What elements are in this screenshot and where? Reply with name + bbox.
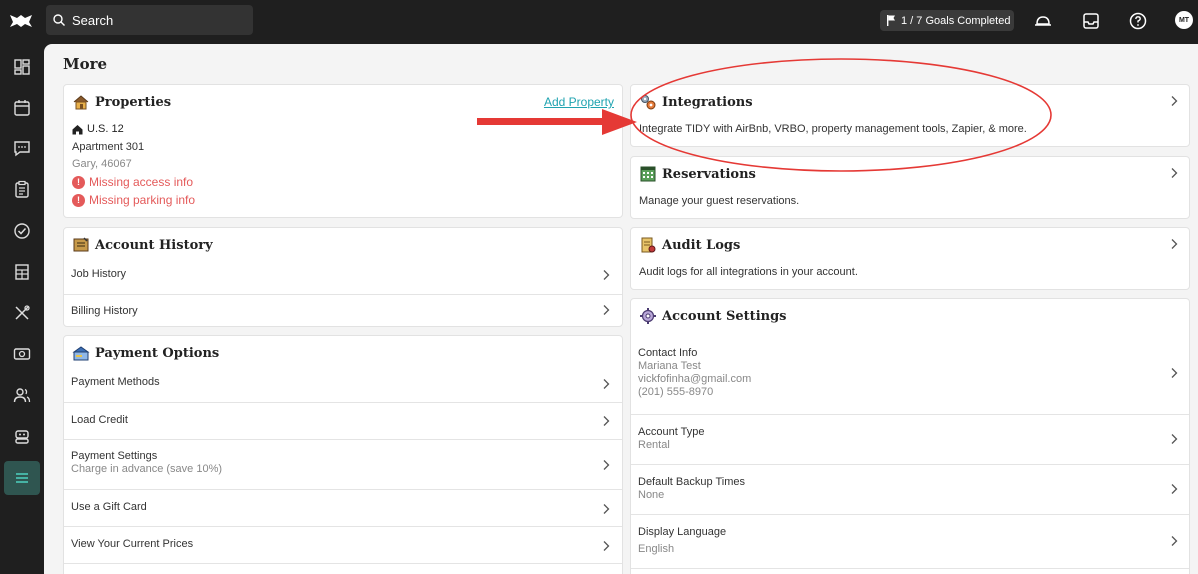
chevron-right-icon (1171, 536, 1178, 546)
calendar-icon (14, 100, 30, 116)
money-icon (13, 348, 31, 360)
display-language-row[interactable]: Display Language English (631, 514, 1189, 568)
default-backup-times-row[interactable]: Default Backup Times None (631, 464, 1189, 514)
home-icon (72, 124, 83, 134)
property-item[interactable]: U.S. 12 (72, 123, 124, 135)
annotation-ellipse (630, 58, 1052, 172)
sidebar-item-team[interactable] (4, 378, 40, 412)
account-history-title: Account History (72, 236, 213, 254)
flag-icon (887, 15, 895, 26)
audit-logs-title: Audit Logs (639, 236, 740, 254)
sidebar-item-properties[interactable] (4, 255, 40, 289)
job-history-row[interactable]: Job History (64, 258, 622, 294)
chevron-right-icon (603, 460, 610, 470)
chevron-right-icon (603, 379, 610, 389)
top-bar: Search 1 / 7 Goals Completed MT (0, 0, 1198, 44)
chevron-right-icon (1171, 168, 1178, 178)
chevron-right-icon (1171, 96, 1178, 106)
robot-icon (15, 430, 29, 444)
alert-icon: ! (72, 175, 85, 189)
sidebar-item-tasks[interactable] (4, 214, 40, 248)
alert-icon: ! (72, 193, 85, 207)
sidebar-item-more[interactable] (4, 461, 40, 495)
payment-options-card: Payment Options Payment Methods Load Cre… (63, 335, 623, 574)
checkmark-icon (14, 223, 30, 239)
audit-logs-card[interactable]: Audit Logs Audit logs for all integratio… (630, 227, 1190, 290)
sidebar-item-billing[interactable] (4, 337, 40, 371)
page-title: More (63, 55, 108, 73)
property-address: Gary, 46067 (72, 158, 132, 170)
goals-label: 1 / 7 Goals Completed (901, 14, 1011, 27)
payment-options-title: Payment Options (72, 344, 219, 362)
search-icon (53, 14, 65, 26)
contact-info-row[interactable]: Contact Info Mariana Test vickfofinha@gm… (631, 337, 1189, 414)
users-icon (13, 388, 31, 403)
chevron-right-icon (603, 504, 610, 514)
ledger-icon (73, 237, 89, 252)
avatar[interactable]: MT (1175, 11, 1193, 29)
sidebar-item-calendar[interactable] (4, 91, 40, 125)
inbox-icon[interactable] (1080, 10, 1102, 32)
sidebar-item-dashboard[interactable] (4, 50, 40, 84)
chevron-right-icon (1171, 368, 1178, 378)
missing-parking-warning[interactable]: ! Missing parking info (72, 193, 195, 207)
sidebar (0, 44, 44, 574)
sidebar-item-bots[interactable] (4, 419, 40, 453)
account-settings-card: Account Settings Contact Info Mariana Te… (630, 298, 1190, 574)
property-name: U.S. 12 (87, 123, 124, 135)
divider (64, 563, 622, 574)
tools-icon (15, 305, 30, 320)
properties-title: Properties (72, 93, 171, 111)
property-unit: Apartment 301 (72, 141, 145, 153)
sidebar-item-clipboard[interactable] (4, 172, 40, 206)
sidebar-item-messages[interactable] (4, 131, 40, 165)
account-settings-title: Account Settings (639, 307, 787, 325)
main-content: More Properties Add Property U.S. 12 Apa… (44, 44, 1198, 574)
chevron-right-icon (1171, 239, 1178, 249)
divider (631, 568, 1189, 574)
billing-history-row[interactable]: Billing History (64, 294, 622, 328)
reservations-desc: Manage your guest reservations. (639, 195, 800, 207)
missing-access-warning[interactable]: ! Missing access info (72, 175, 193, 189)
help-icon[interactable] (1127, 10, 1149, 32)
menu-icon (16, 473, 28, 483)
bell-icon[interactable] (1032, 10, 1054, 32)
house-icon (73, 95, 89, 110)
annotation-arrow (477, 109, 637, 135)
sidebar-item-tools[interactable] (4, 296, 40, 330)
goals-badge[interactable]: 1 / 7 Goals Completed (880, 10, 1014, 31)
building-icon (15, 264, 29, 280)
current-prices-row[interactable]: View Your Current Prices (64, 526, 622, 563)
chevron-right-icon (603, 541, 610, 551)
clipboard-icon (15, 180, 29, 198)
gear-icon (640, 308, 656, 324)
payment-settings-row[interactable]: Payment Settings Charge in advance (save… (64, 439, 622, 489)
scroll-log-icon (641, 237, 656, 253)
account-history-card: Account History Job History Billing Hist… (63, 227, 623, 327)
messages-icon (14, 141, 30, 157)
chevron-right-icon (603, 270, 610, 280)
add-property-link[interactable]: Add Property (544, 95, 614, 109)
load-credit-row[interactable]: Load Credit (64, 402, 622, 439)
gift-card-row[interactable]: Use a Gift Card (64, 489, 622, 526)
tidy-logo-icon[interactable] (8, 11, 34, 31)
audit-logs-desc: Audit logs for all integrations in your … (639, 266, 858, 278)
chevron-right-icon (1171, 434, 1178, 444)
properties-card: Properties Add Property U.S. 12 Apartmen… (63, 84, 623, 218)
dashboard-icon (14, 59, 30, 75)
search-label: Search (72, 12, 114, 28)
search-input[interactable]: Search (46, 5, 253, 35)
chevron-right-icon (1171, 484, 1178, 494)
account-type-row[interactable]: Account Type Rental (631, 414, 1189, 464)
chevron-right-icon (603, 305, 610, 315)
payment-methods-row[interactable]: Payment Methods (64, 366, 622, 402)
chevron-right-icon (603, 416, 610, 426)
wallet-icon (72, 346, 90, 361)
